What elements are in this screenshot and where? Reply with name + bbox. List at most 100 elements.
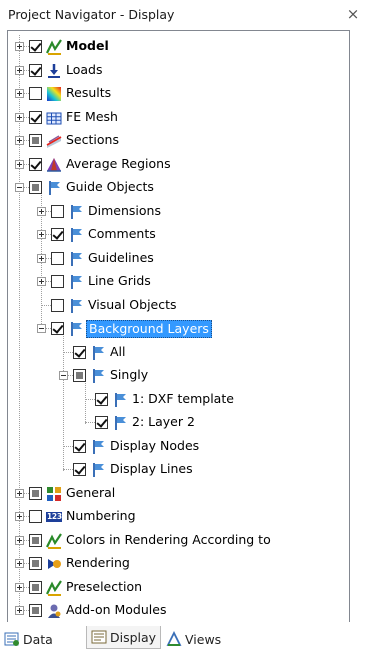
expand-toggle-model[interactable] [15, 42, 24, 51]
checkbox-rendering[interactable] [29, 557, 42, 570]
guide-objects-icon [68, 274, 84, 290]
expand-toggle-preselection[interactable] [15, 582, 24, 592]
tree-item-guidelines[interactable]: Guidelines [86, 250, 156, 266]
collapse-toggle-background-layers[interactable] [37, 324, 46, 333]
guide-objects-icon [90, 368, 106, 384]
tree-item-all[interactable]: All [108, 344, 128, 360]
tab-views[interactable]: Views [166, 628, 221, 650]
tree-item-rendering[interactable]: Rendering [64, 555, 132, 571]
expand-toggle-add-on-modules[interactable] [15, 606, 24, 615]
checkbox-display-nodes[interactable] [73, 439, 86, 453]
tree-item-numbering[interactable]: Numbering [64, 508, 138, 524]
checkbox-visual-objects[interactable] [51, 298, 64, 312]
tree-item-model[interactable]: Model [64, 38, 111, 54]
close-icon[interactable]: × [344, 4, 362, 24]
tree-item-comments[interactable]: Comments [86, 226, 158, 242]
expand-toggle-line-grids[interactable] [37, 277, 46, 286]
expand-toggle-fe-mesh[interactable] [15, 112, 24, 122]
expand-toggle-general[interactable] [15, 488, 24, 498]
expand-toggle-guidelines[interactable] [37, 253, 46, 263]
tree-item-1-dxf-template[interactable]: 1: DXF template [130, 391, 236, 407]
tree-item-singly[interactable]: Singly [108, 367, 150, 383]
checkbox-average-regions[interactable] [29, 157, 42, 171]
checkbox-background-layers[interactable] [51, 322, 64, 335]
checkbox-numbering[interactable] [29, 510, 42, 523]
checkbox-fe-mesh[interactable] [29, 110, 42, 124]
guide-objects-icon [68, 227, 84, 243]
checkbox-2-layer-2[interactable] [95, 416, 108, 429]
model-icon [46, 579, 62, 596]
loads-icon [46, 63, 62, 79]
tree-item-average-regions[interactable]: Average Regions [64, 156, 173, 172]
guide-objects-icon [112, 392, 128, 408]
checkbox-results[interactable] [29, 87, 42, 100]
checkbox-1-dxf-template[interactable] [95, 392, 108, 406]
tree-item-background-layers[interactable]: Background Layers [86, 320, 212, 338]
checkbox-preselection[interactable] [29, 580, 42, 594]
expand-toggle-dimensions[interactable] [37, 206, 46, 216]
average-regions-icon [46, 157, 62, 173]
expand-toggle-sections[interactable] [15, 136, 24, 145]
checkbox-general[interactable] [29, 486, 42, 500]
checkbox-loads[interactable] [29, 63, 42, 77]
rendering-icon [46, 556, 62, 572]
checkbox-add-on-modules[interactable] [29, 604, 42, 617]
display-tab-icon [91, 629, 107, 645]
guide-objects-icon [90, 345, 106, 361]
guide-objects-icon [112, 415, 128, 431]
checkbox-guidelines[interactable] [51, 251, 64, 265]
model-icon [46, 532, 62, 549]
tree-item-sections[interactable]: Sections [64, 132, 121, 148]
data-tab-icon [4, 631, 20, 647]
results-icon [46, 86, 62, 102]
tree-connector-line [85, 381, 86, 424]
checkbox-dimensions[interactable] [51, 204, 64, 218]
tree-connector-line [63, 334, 64, 471]
tree-item-general[interactable]: General [64, 485, 117, 501]
tab-label: Views [185, 631, 222, 647]
expand-toggle-loads[interactable] [15, 65, 24, 75]
collapse-toggle-singly[interactable] [59, 371, 68, 380]
checkbox-line-grids[interactable] [51, 275, 64, 288]
window-title: Project Navigator - Display [8, 7, 175, 22]
expand-toggle-rendering[interactable] [15, 559, 24, 568]
tree-item-add-on-modules[interactable]: Add-on Modules [64, 602, 168, 618]
checkbox-all[interactable] [73, 345, 86, 359]
checkbox-colors-in-rendering-according-to[interactable] [29, 533, 42, 547]
tab-label: Display [110, 629, 157, 645]
checkbox-model[interactable] [29, 40, 42, 53]
tree-item-visual-objects[interactable]: Visual Objects [86, 297, 179, 313]
expand-toggle-colors-in-rendering-according-to[interactable] [15, 535, 24, 545]
checkbox-display-lines[interactable] [73, 463, 86, 476]
tab-display[interactable]: Display [86, 626, 162, 649]
checkbox-guide-objects[interactable] [29, 181, 42, 194]
tree-item-dimensions[interactable]: Dimensions [86, 203, 163, 219]
views-tab-icon [166, 630, 182, 647]
tree-item-loads[interactable]: Loads [64, 62, 105, 78]
tree-item-fe-mesh[interactable]: FE Mesh [64, 109, 120, 125]
tree-item-display-nodes[interactable]: Display Nodes [108, 438, 201, 454]
expand-toggle-numbering[interactable] [15, 512, 24, 521]
tree-item-display-lines[interactable]: Display Lines [108, 461, 195, 477]
navigator-tabs: Data Display Views [0, 622, 366, 652]
display-tree: Model Loads Results FE Mesh Sections Average … [8, 31, 349, 623]
tree-item-line-grids[interactable]: Line Grids [86, 273, 153, 289]
collapse-toggle-guide-objects[interactable] [15, 183, 24, 192]
tree-item-colors-in-rendering-according-to[interactable]: Colors in Rendering According to [64, 532, 273, 548]
guide-objects-icon [68, 321, 84, 337]
checkbox-sections[interactable] [29, 134, 42, 147]
expand-toggle-comments[interactable] [37, 230, 46, 239]
expand-toggle-results[interactable] [15, 89, 24, 98]
tree-item-guide-objects[interactable]: Guide Objects [64, 179, 156, 195]
checkbox-singly[interactable] [73, 369, 86, 382]
add-on-modules-icon [46, 603, 62, 619]
tab-data[interactable]: Data [4, 628, 53, 650]
expand-toggle-average-regions[interactable] [15, 159, 24, 169]
tree-item-2-layer-2[interactable]: 2: Layer 2 [130, 414, 197, 430]
guide-objects-icon [68, 298, 84, 314]
guide-objects-icon [90, 439, 106, 455]
tree-item-preselection[interactable]: Preselection [64, 579, 144, 595]
checkbox-comments[interactable] [51, 228, 64, 241]
sections-icon [46, 133, 62, 149]
tree-item-results[interactable]: Results [64, 85, 113, 101]
